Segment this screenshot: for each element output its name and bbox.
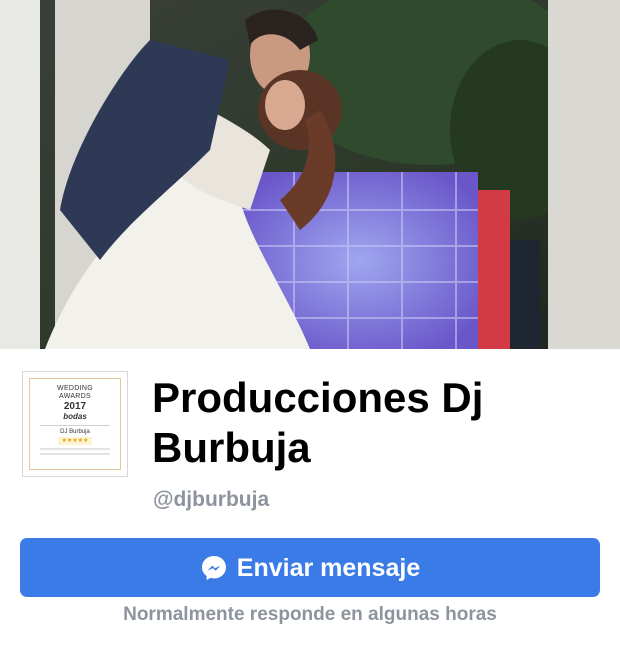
cover-photo-illustration [0,0,620,349]
profile-picture[interactable]: WEDDING AWARDS 2017 bodas DJ Burbuja ★★★… [22,371,128,477]
badge-name: DJ Burbuja [60,429,90,435]
badge-fine-print [40,453,110,455]
badge-title-line1: WEDDING [57,385,93,392]
messenger-icon [201,555,226,580]
badge-divider [40,425,110,426]
send-message-label: Enviar mensaje [236,553,421,582]
page-handle: @djburbuja [153,488,270,511]
response-time-note: Normalmente responde en algunas horas [123,604,497,625]
badge-fine-print [40,448,110,450]
wedding-awards-badge: WEDDING AWARDS 2017 bodas DJ Burbuja ★★★… [29,378,121,470]
cover-photo[interactable] [0,0,620,349]
badge-stars: ★★★★★ [58,437,92,445]
badge-brand: bodas [63,412,87,421]
badge-year: 2017 [63,401,87,412]
badge-title-line2: AWARDS [58,393,91,400]
page-title: Producciones Dj Burbuja [152,374,484,471]
send-message-button[interactable]: Enviar mensaje [20,538,600,597]
profile-header: WEDDING AWARDS 2017 bodas DJ Burbuja ★★★… [0,349,620,529]
